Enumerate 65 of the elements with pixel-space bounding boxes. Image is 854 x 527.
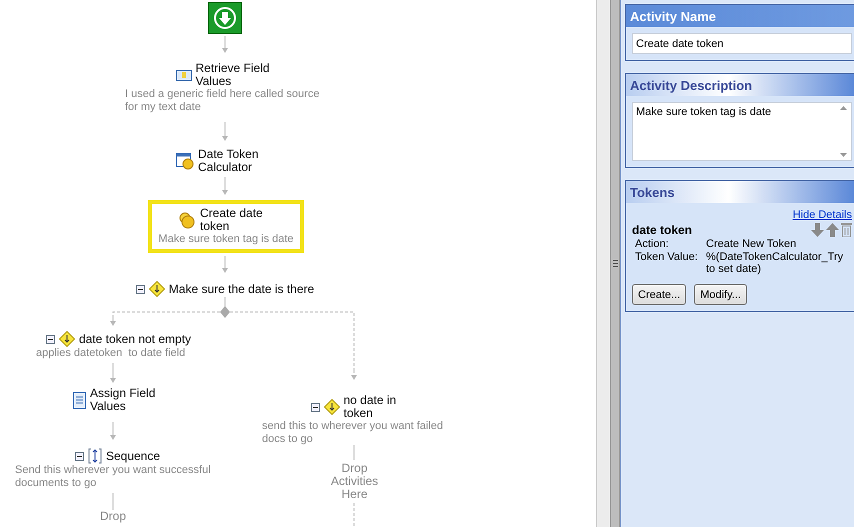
section-header[interactable]: Tokens [626,181,854,203]
token-field-label: Token Value: [635,251,699,265]
scroll-down-icon[interactable] [840,153,847,157]
calendar-coin-icon [176,152,194,170]
delete-icon[interactable] [841,222,852,237]
sequence-icon [88,448,102,464]
connector-line [112,492,114,510]
token-button[interactable]: Modify... [694,284,747,305]
collapse-icon[interactable] [74,452,84,460]
token-field-value: %(DateTokenCalculator_Try to set date) [706,251,844,275]
connector-arrow [222,122,228,141]
activity-description: Send this wherever you want successful documents to go [15,464,212,490]
start-node[interactable] [208,2,242,34]
connector-arrow [351,370,357,380]
connector-arrow [222,36,228,53]
activity-name-field[interactable]: Create date token [632,33,852,54]
activity-description: send this to wherever you want failed docs to go [262,420,444,446]
move-down-icon[interactable] [811,222,824,236]
token-name: date token [632,223,692,237]
token-button[interactable]: Create... [632,284,686,305]
condition-diamond-icon [58,331,75,347]
activity-title: Retrieve Field Values [196,62,271,88]
sequence-title: Sequence [106,450,160,462]
form-icon [73,392,86,408]
activity-node[interactable]: Assign Field Values [65,387,170,413]
activity-title: Date Token Calculator [198,148,260,174]
connector-line [224,296,226,310]
activity-node[interactable]: Retrieve Field Values I used a generic field here called source for my text date [125,62,330,114]
token-field-value: Create New Token [706,238,798,250]
section-header[interactable]: Activity Description [626,74,854,96]
activity-description: I used a generic field here called source for my text date [125,88,320,114]
connector-arrow [110,422,116,440]
activity-node[interactable]: Date Token Calculator [165,148,285,174]
splitter-handle[interactable] [610,0,620,527]
hide-details-link[interactable]: Hide Details [792,209,852,221]
token-field-label: Action: [635,238,670,250]
condition-title: date token not empty [78,332,192,346]
connector-arrow [222,176,228,195]
connector-arrow [110,318,116,326]
collapse-icon[interactable] [46,334,55,344]
condition-node[interactable]: Make sure the date is there [120,281,330,297]
scroll-up-icon[interactable] [840,106,847,110]
branch-diamond [220,306,230,318]
activity-title: Assign Field Values [90,387,156,413]
drop-activities-label: Drop Activities Here [330,462,380,501]
condition-node[interactable]: date token not empty applies datetoken to date field [36,331,201,360]
condition-node[interactable]: no date in token send this to wherever you want failed docs to go [262,394,452,446]
field-icon [176,70,192,80]
vertical-scrollbar[interactable] [596,0,610,527]
selected-activity-box[interactable]: Create date token Make sure token tag is date [148,200,304,253]
activity-title: Create date token [200,207,264,233]
activity-description-field[interactable]: Make sure token tag is date [632,102,852,161]
sequence-node[interactable]: Sequence Send this wherever you want successful documents to go [15,448,220,490]
activity-description: applies datetoken to date field [36,347,186,360]
coins-icon [178,211,196,229]
collapse-icon[interactable] [310,402,320,412]
condition-title: no date in token [344,394,398,420]
move-up-icon[interactable] [826,222,839,236]
connector-arrow [222,256,228,273]
collapse-icon[interactable] [136,284,145,294]
condition-title: Make sure the date is there [168,282,314,296]
activity-description: Make sure token tag is date [157,233,295,246]
condition-diamond-icon [148,281,165,297]
condition-diamond-icon [324,399,340,415]
connector-arrow [110,362,116,383]
